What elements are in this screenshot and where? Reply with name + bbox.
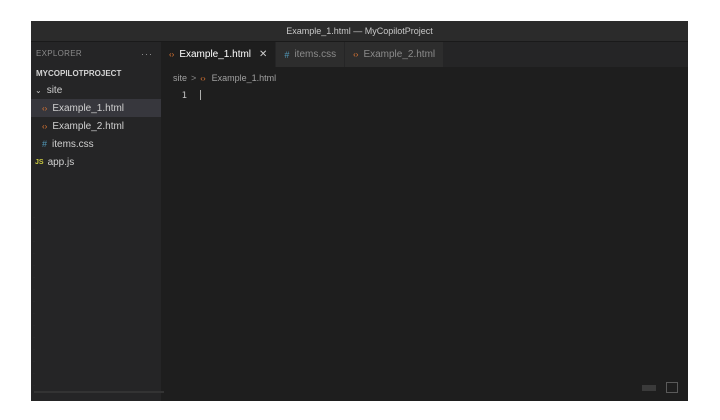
breadcrumb: site > ‹› Example_1.html bbox=[173, 73, 276, 83]
file-items-css[interactable]: # items.css bbox=[31, 135, 161, 153]
explorer-title: EXPLORER bbox=[36, 49, 82, 58]
tab-example-2[interactable]: ‹› Example_2.html bbox=[345, 42, 445, 67]
notifications-icon[interactable] bbox=[666, 382, 678, 393]
breadcrumb-folder[interactable]: site bbox=[173, 73, 187, 83]
more-actions-icon[interactable]: ··· bbox=[141, 49, 153, 59]
tab-label: items.css bbox=[294, 49, 337, 60]
window-title: Example_1.html — MyCopilotProject bbox=[286, 26, 433, 36]
tab-label: Example_1.html bbox=[179, 49, 252, 60]
folder-site[interactable]: ⌄ site bbox=[31, 81, 161, 99]
explorer-header: EXPLORER ··· bbox=[31, 42, 161, 65]
code-brackets-icon: ‹› bbox=[353, 50, 359, 59]
tab-bar: ‹› Example_1.html ✕ # items.css ‹› Examp… bbox=[161, 42, 688, 67]
status-bar-right bbox=[642, 382, 678, 393]
sidebar-faint-guides: · · · · · · · · · · · · · · · bbox=[33, 215, 35, 389]
file-example-2[interactable]: ‹› Example_2.html bbox=[31, 117, 161, 135]
hash-icon: # bbox=[284, 49, 290, 60]
tab-items-css[interactable]: # items.css bbox=[276, 42, 346, 67]
js-icon: JS bbox=[35, 158, 44, 166]
close-icon[interactable]: ✕ bbox=[259, 49, 267, 60]
file-label: Example_1.html bbox=[52, 102, 125, 114]
code-brackets-icon: ‹› bbox=[200, 73, 206, 83]
sidebar-status-line bbox=[31, 389, 164, 395]
tab-label: Example_2.html bbox=[363, 49, 436, 60]
title-bar: Example_1.html — MyCopilotProject bbox=[31, 21, 688, 42]
file-label: Example_2.html bbox=[52, 120, 125, 132]
file-label: app.js bbox=[47, 156, 75, 168]
folder-label: site bbox=[46, 84, 63, 96]
text-cursor bbox=[200, 90, 202, 100]
file-app-js[interactable]: JS app.js bbox=[31, 153, 161, 171]
code-brackets-icon: ‹› bbox=[169, 50, 175, 59]
tab-example-1[interactable]: ‹› Example_1.html ✕ bbox=[161, 42, 277, 67]
status-indicator[interactable] bbox=[642, 384, 656, 391]
project-root[interactable]: MYCOPILOTPROJECT bbox=[31, 65, 161, 81]
editor-window: Example_1.html — MyCopilotProject EXPLOR… bbox=[31, 21, 688, 401]
explorer-sidebar: EXPLORER ··· MYCOPILOTPROJECT ⌄ site ‹› … bbox=[31, 42, 161, 401]
code-brackets-icon: ‹› bbox=[42, 103, 48, 113]
code-brackets-icon: ‹› bbox=[42, 121, 48, 131]
editor-line-1[interactable]: 1 bbox=[167, 90, 202, 101]
file-example-1[interactable]: ‹› Example_1.html bbox=[31, 99, 161, 117]
breadcrumb-separator: > bbox=[191, 73, 197, 83]
file-label: items.css bbox=[52, 138, 94, 150]
breadcrumb-file[interactable]: Example_1.html bbox=[212, 73, 277, 83]
hash-icon: # bbox=[42, 139, 48, 149]
line-number: 1 bbox=[181, 90, 187, 101]
chevron-down-icon: ⌄ bbox=[35, 85, 42, 95]
